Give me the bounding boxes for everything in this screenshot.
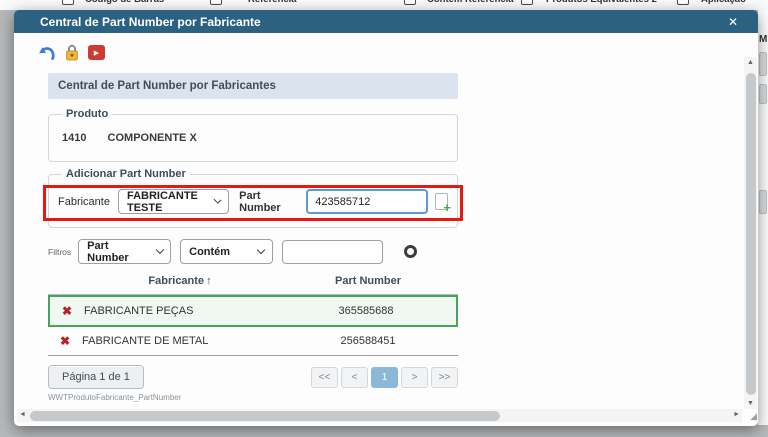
chevron-down-icon — [214, 196, 222, 204]
part-number-table: Fabricante ↑ Part Number ✖ FABRICANTE PEÇ… — [48, 271, 458, 356]
horizontal-scrollbar-thumb[interactable] — [30, 410, 500, 421]
horizontal-scrollbar[interactable]: ◄ ► — [17, 409, 742, 422]
pager-page-1-button[interactable]: 1 — [371, 366, 398, 388]
produto-fieldset: Produto 1410 COMPONENTE X — [48, 108, 458, 162]
cell-part-number: 365585688 — [338, 305, 394, 317]
pager-last-button[interactable]: >> — [431, 366, 458, 388]
apply-filter-icon[interactable] — [404, 245, 418, 258]
background-label: Aplicação — [701, 0, 746, 5]
scroll-down-icon[interactable]: ▼ — [744, 400, 757, 407]
sort-asc-icon: ↑ — [206, 275, 212, 287]
background-box — [759, 52, 767, 76]
produto-code: 1410 — [62, 132, 87, 144]
filter-operator-value: Contém — [189, 245, 231, 258]
adicionar-row: Fabricante FABRICANTE TESTE Part Number … — [43, 185, 463, 221]
fabricante-label: Fabricante — [58, 195, 110, 208]
filtros-label: Filtros — [48, 246, 72, 257]
filter-field-value: Part Number — [87, 239, 129, 264]
part-number-input[interactable] — [306, 189, 429, 214]
background-label: Produtos Equivalentes 2 — [546, 0, 657, 5]
checkbox[interactable] — [677, 0, 689, 5]
filter-operator-select[interactable]: Contém — [180, 239, 274, 264]
checkbox[interactable] — [210, 0, 222, 5]
background-label: Contém Referência — [427, 0, 514, 5]
chevron-down-icon — [256, 245, 266, 255]
adicionar-fieldset: Adicionar Part Number Fabricante FABRICA… — [43, 168, 463, 228]
table-row[interactable]: ✖ FABRICANTE DE METAL 256588451 — [48, 327, 458, 356]
pager-first-button[interactable]: << — [311, 366, 338, 388]
adicionar-legend: Adicionar Part Number — [66, 168, 186, 180]
background-form-strip: Código de Barras Referência Contém Refer… — [0, 0, 768, 10]
pager: << < 1 > >> — [311, 366, 458, 388]
scroll-left-icon[interactable]: ◄ — [19, 411, 26, 418]
close-icon[interactable]: ✕ — [728, 16, 738, 28]
plus-glyph: + — [443, 200, 452, 215]
content-panel: Central de Part Number por Fabricantes P… — [43, 73, 463, 402]
screen: Código de Barras Referência Contém Refer… — [0, 0, 768, 437]
pagination-bar: Página 1 de 1 << < 1 > >> — [48, 365, 458, 389]
filter-search-input[interactable] — [282, 239, 384, 264]
column-part-number[interactable]: Part Number — [278, 275, 458, 287]
panel-title: Central de Part Number por Fabricantes — [48, 73, 458, 99]
background-box — [759, 84, 767, 104]
part-number-label: Part Number — [239, 189, 281, 214]
column-fabricante[interactable]: Fabricante ↑ — [82, 275, 278, 287]
delete-icon[interactable]: ✖ — [62, 304, 72, 318]
background-box — [759, 190, 767, 214]
modal-body: ▶ Central de Part Number por Fabricantes… — [14, 33, 758, 426]
lock-icon[interactable] — [65, 44, 79, 61]
modal-title: Central de Part Number por Fabricante — [40, 14, 261, 29]
modal-dialog: Central de Part Number por Fabricante ✕ — [14, 10, 758, 426]
checkbox[interactable] — [62, 0, 74, 5]
background-right-strip: M — [758, 10, 768, 425]
produto-row: 1410 COMPONENTE X — [62, 132, 448, 144]
undo-icon[interactable] — [38, 45, 56, 61]
background-text-fragment: M — [759, 34, 768, 45]
add-part-number-icon[interactable]: + — [435, 193, 451, 214]
vertical-scrollbar[interactable]: ▲ ▼ — [744, 57, 757, 409]
table-row[interactable]: ✖ FABRICANTE PEÇAS 365585688 — [48, 295, 458, 327]
pager-next-button[interactable]: > — [401, 366, 428, 388]
cell-part-number: 256588451 — [340, 335, 396, 347]
play-glyph: ▶ — [93, 49, 100, 57]
fabricante-selected-value: FABRICANTE TESTE — [126, 189, 198, 214]
checkbox[interactable] — [404, 0, 416, 5]
scroll-up-icon[interactable]: ▲ — [744, 59, 757, 66]
background-label: Código de Barras — [85, 0, 164, 5]
produto-name: COMPONENTE X — [107, 132, 197, 144]
page-indicator-button[interactable]: Página 1 de 1 — [48, 365, 144, 389]
fabricante-select[interactable]: FABRICANTE TESTE — [117, 189, 230, 214]
vertical-scrollbar-thumb[interactable] — [745, 73, 756, 395]
run-icon[interactable]: ▶ — [88, 45, 105, 60]
modal-titlebar: Central de Part Number por Fabricante ✕ — [14, 10, 758, 33]
scroll-right-icon[interactable]: ► — [733, 411, 740, 418]
filter-bar: Filtros Part Number Contém — [48, 239, 458, 264]
table-header: Fabricante ↑ Part Number — [48, 271, 458, 295]
resize-grip-icon[interactable]: ◢ — [750, 411, 757, 422]
column-fabricante-label: Fabricante — [148, 275, 205, 287]
cell-fabricante: FABRICANTE DE METAL — [82, 335, 209, 347]
table-source-name: WWTProdutoFabricante_PartNumber — [48, 393, 182, 402]
checkbox[interactable] — [521, 0, 533, 5]
filter-field-select[interactable]: Part Number — [78, 239, 172, 264]
delete-icon[interactable]: ✖ — [60, 334, 70, 348]
background-label: Referência — [248, 0, 297, 5]
produto-legend: Produto — [66, 108, 109, 120]
cell-fabricante: FABRICANTE PEÇAS — [84, 305, 194, 317]
chevron-down-icon — [155, 245, 164, 255]
toolbar: ▶ — [38, 44, 105, 61]
pager-prev-button[interactable]: < — [341, 366, 368, 388]
